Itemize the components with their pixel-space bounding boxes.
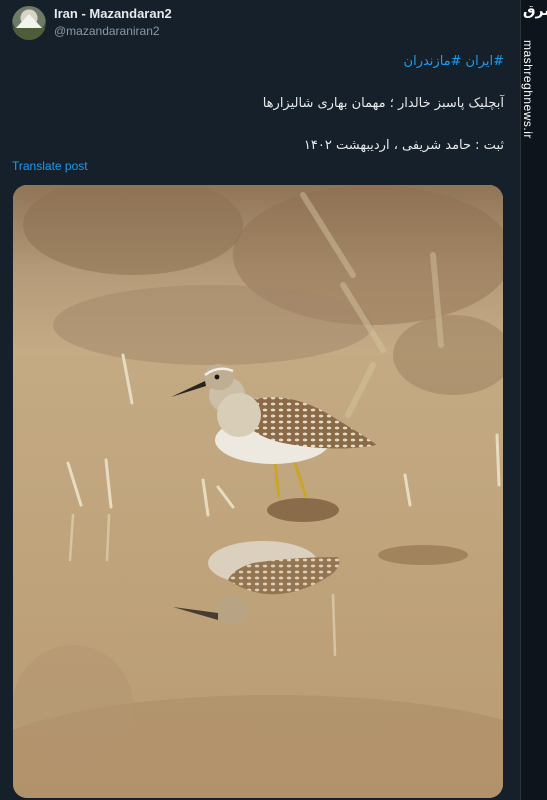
post-media-photo[interactable]: [13, 185, 503, 798]
translate-post-link[interactable]: Translate post: [12, 159, 88, 173]
author-handle[interactable]: @mazandaraniran2: [54, 24, 160, 38]
post-text-credit: ثبت : حامد شریفی ، اردیبهشت ۱۴۰۲: [303, 138, 504, 153]
sandpiper-photo-illustration: [13, 185, 503, 798]
tweet-post: Iran - Mazandaran2 @mazandaraniran2 #ایر…: [0, 0, 520, 800]
mountain-icon: [16, 14, 42, 28]
site-logo-icon: مشرق: [523, 3, 547, 19]
post-text-caption: آبچلیک پاسبز خالدار ؛ مهمان بهاری شالیزا…: [262, 96, 504, 111]
hashtag-link-iran[interactable]: #ایران: [466, 54, 504, 69]
hashtag-link-mazandaran[interactable]: #مازندران: [404, 54, 462, 69]
author-display-name[interactable]: Iran - Mazandaran2: [54, 6, 172, 21]
watermark-sidebar: مشرق mashreghnews.ir: [520, 0, 547, 800]
watermark-site-url: mashreghnews.ir: [521, 40, 535, 139]
author-avatar[interactable]: [12, 6, 46, 40]
hashtag-line: #ایران #مازندران: [400, 54, 504, 69]
